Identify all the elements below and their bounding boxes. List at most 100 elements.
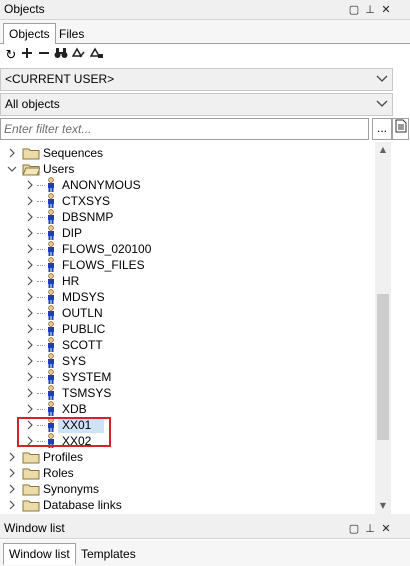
chevron-right-icon[interactable] bbox=[25, 212, 35, 222]
tree-folder-row[interactable]: Profiles bbox=[0, 449, 375, 465]
float-window-icon[interactable]: ▢ bbox=[346, 1, 362, 18]
filter-apply-button[interactable] bbox=[392, 118, 409, 140]
tree-connector bbox=[37, 233, 45, 234]
chevron-right-icon[interactable] bbox=[25, 228, 35, 238]
close-icon[interactable]: ✕ bbox=[378, 520, 394, 537]
filter-input[interactable] bbox=[0, 118, 369, 140]
tree-user-row[interactable]: OUTLN bbox=[0, 305, 375, 321]
tree-user-row[interactable]: MDSYS bbox=[0, 289, 375, 305]
user-icon bbox=[48, 337, 54, 352]
tree-user-row[interactable]: FLOWS_020100 bbox=[0, 241, 375, 257]
user-icon bbox=[48, 401, 54, 416]
scroll-down-icon[interactable]: ▼ bbox=[375, 498, 391, 514]
tree-item-label: PUBLIC bbox=[62, 322, 106, 336]
chevron-right-icon[interactable] bbox=[25, 180, 35, 190]
chevron-down-icon bbox=[376, 75, 388, 82]
tree-folder-row[interactable]: Database links bbox=[0, 497, 375, 513]
tree-user-row[interactable]: SCOTT bbox=[0, 337, 375, 353]
tree-user-row[interactable]: TSMSYS bbox=[0, 385, 375, 401]
chevron-right-icon[interactable] bbox=[25, 308, 35, 318]
chevron-right-icon[interactable] bbox=[25, 244, 35, 254]
tree-connector bbox=[37, 297, 45, 298]
tree-connector bbox=[37, 345, 45, 346]
tree-user-row[interactable]: CTXSYS bbox=[0, 193, 375, 209]
chevron-right-icon[interactable] bbox=[25, 276, 35, 286]
tab-templates[interactable]: Templates bbox=[75, 543, 142, 564]
chevron-right-icon[interactable] bbox=[7, 452, 17, 462]
chevron-down-icon bbox=[376, 100, 388, 107]
chevron-right-icon[interactable] bbox=[7, 148, 17, 158]
tree-item-label: CTXSYS bbox=[62, 194, 111, 208]
chevron-down-icon[interactable] bbox=[7, 164, 17, 174]
tree-item-label: DIP bbox=[62, 226, 83, 240]
folder-icon bbox=[22, 148, 40, 160]
tree-connector bbox=[37, 313, 45, 314]
filter-settings-icon[interactable] bbox=[88, 47, 106, 65]
scroll-up-icon[interactable]: ▲ bbox=[375, 142, 391, 158]
tree-folder-row[interactable]: Synonyms bbox=[0, 481, 375, 497]
window-list-titlebar: Window list ▢ ⊥ ✕ bbox=[0, 519, 410, 539]
tree-folder-row[interactable]: Roles bbox=[0, 465, 375, 481]
tree-user-row[interactable]: FLOWS_FILES bbox=[0, 257, 375, 273]
tree-connector bbox=[37, 329, 45, 330]
chevron-right-icon[interactable] bbox=[25, 356, 35, 366]
user-icon bbox=[48, 177, 54, 192]
schema-dropdown[interactable]: <CURRENT USER> bbox=[0, 68, 393, 91]
tree-user-row[interactable]: ANONYMOUS bbox=[0, 177, 375, 193]
chevron-right-icon[interactable] bbox=[25, 260, 35, 270]
tree-folder-row[interactable]: Sequences bbox=[0, 145, 375, 161]
window-list-title: Window list bbox=[4, 521, 65, 535]
tree-scrollbar[interactable]: ▲ ▼ bbox=[375, 142, 391, 514]
tree-connector bbox=[37, 217, 45, 218]
close-icon[interactable]: ✕ bbox=[378, 1, 394, 18]
tree-item-label: FLOWS_020100 bbox=[62, 242, 152, 256]
chevron-right-icon[interactable] bbox=[25, 372, 35, 382]
folder-icon bbox=[22, 468, 40, 480]
tree-item-label: Sequences bbox=[43, 146, 104, 160]
document-icon bbox=[395, 119, 406, 133]
chevron-right-icon[interactable] bbox=[7, 468, 17, 478]
filter-options-button[interactable]: ... bbox=[372, 118, 392, 140]
object-type-dropdown[interactable]: All objects bbox=[0, 93, 393, 116]
user-icon bbox=[48, 273, 54, 288]
user-icon bbox=[48, 257, 54, 272]
chevron-right-icon[interactable] bbox=[25, 292, 35, 302]
user-icon bbox=[48, 209, 54, 224]
add-icon[interactable] bbox=[18, 47, 36, 65]
chevron-right-icon[interactable] bbox=[25, 324, 35, 334]
tab-files[interactable]: Files bbox=[53, 23, 90, 44]
chevron-right-icon[interactable] bbox=[7, 500, 17, 510]
tab-files-label: Files bbox=[59, 27, 85, 41]
chevron-right-icon[interactable] bbox=[25, 404, 35, 414]
objects-tabstrip: Objects Files bbox=[0, 20, 410, 45]
tree-user-row[interactable]: DBSNMP bbox=[0, 209, 375, 225]
folder-icon bbox=[22, 452, 40, 464]
scrollbar-thumb[interactable] bbox=[377, 294, 389, 440]
tree-user-row[interactable]: XDB bbox=[0, 401, 375, 417]
tree-user-row[interactable]: DIP bbox=[0, 225, 375, 241]
chevron-right-icon[interactable] bbox=[25, 196, 35, 206]
filter-icon[interactable] bbox=[70, 47, 88, 65]
tab-window-list[interactable]: Window list bbox=[3, 543, 76, 565]
remove-icon[interactable] bbox=[35, 47, 53, 65]
tree-item-label: TSMSYS bbox=[62, 386, 112, 400]
tree-folder-row[interactable]: Users bbox=[0, 161, 375, 177]
tree-user-row[interactable]: PUBLIC bbox=[0, 321, 375, 337]
tree-item-label: MDSYS bbox=[62, 290, 105, 304]
tab-objects[interactable]: Objects bbox=[3, 23, 56, 45]
chevron-right-icon[interactable] bbox=[25, 388, 35, 398]
float-window-icon[interactable]: ▢ bbox=[346, 520, 362, 537]
binoculars-icon[interactable] bbox=[52, 47, 70, 65]
chevron-right-icon[interactable] bbox=[7, 484, 17, 494]
tree-user-row[interactable]: HR bbox=[0, 273, 375, 289]
pin-icon[interactable]: ⊥ bbox=[362, 520, 378, 537]
user-icon bbox=[48, 289, 54, 304]
chevron-right-icon[interactable] bbox=[25, 340, 35, 350]
tree-connector bbox=[37, 249, 45, 250]
pin-icon[interactable]: ⊥ bbox=[362, 1, 378, 18]
tree-connector bbox=[37, 265, 45, 266]
tree-user-row[interactable]: SYS bbox=[0, 353, 375, 369]
objects-toolbar: ↻ bbox=[0, 44, 410, 68]
tree-item-label: Users bbox=[43, 162, 75, 176]
tree-user-row[interactable]: SYSTEM bbox=[0, 369, 375, 385]
